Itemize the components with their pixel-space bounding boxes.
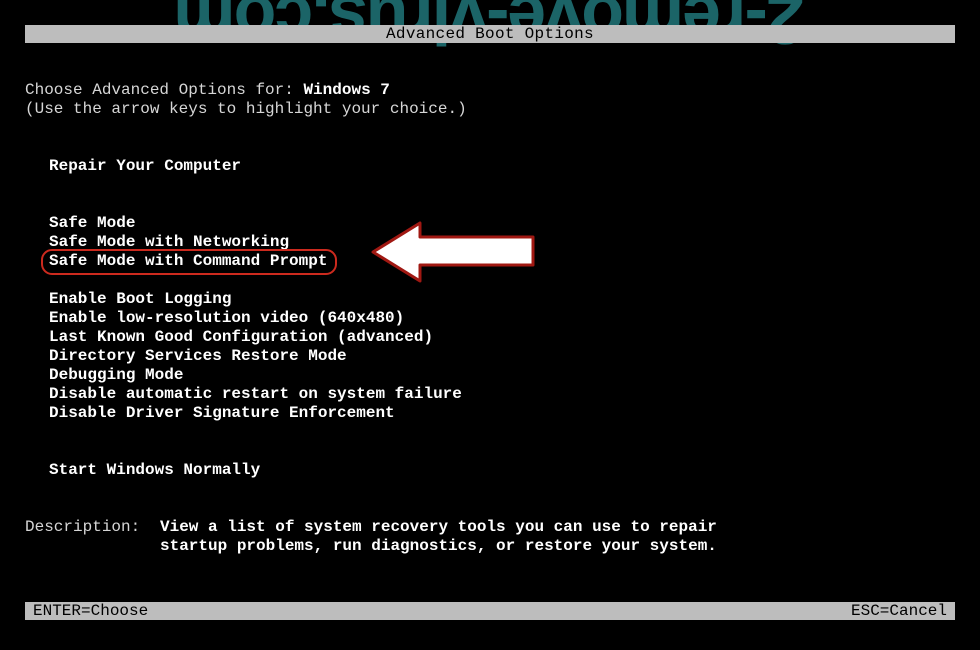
- option-start-windows-normally[interactable]: Start Windows Normally: [49, 461, 260, 480]
- option-enable-low-res-video[interactable]: Enable low-resolution video (640x480): [49, 309, 404, 328]
- option-enable-boot-logging[interactable]: Enable Boot Logging: [49, 290, 231, 309]
- description-label: Description:: [25, 518, 160, 556]
- title-bar: Advanced Boot Options: [25, 25, 955, 43]
- choose-prefix: Choose Advanced Options for:: [25, 81, 303, 99]
- option-last-known-good-config[interactable]: Last Known Good Configuration (advanced): [49, 328, 433, 347]
- option-debugging-mode[interactable]: Debugging Mode: [49, 366, 183, 385]
- os-name: Windows 7: [303, 81, 389, 99]
- footer-esc: ESC=Cancel: [851, 602, 947, 620]
- option-disable-auto-restart[interactable]: Disable automatic restart on system fail…: [49, 385, 462, 404]
- footer-bar: ENTER=Choose ESC=Cancel: [25, 602, 955, 620]
- hint-line: (Use the arrow keys to highlight your ch…: [25, 100, 955, 119]
- option-repair-your-computer[interactable]: Repair Your Computer: [49, 157, 241, 176]
- option-disable-driver-sig[interactable]: Disable Driver Signature Enforcement: [49, 404, 395, 423]
- description-block: Description: View a list of system recov…: [25, 518, 955, 556]
- choose-line: Choose Advanced Options for: Windows 7: [25, 81, 955, 100]
- option-safe-mode-command-prompt[interactable]: Safe Mode with Command Prompt: [49, 252, 327, 271]
- description-text: View a list of system recovery tools you…: [160, 518, 955, 556]
- option-directory-services-restore[interactable]: Directory Services Restore Mode: [49, 347, 347, 366]
- option-safe-mode-networking[interactable]: Safe Mode with Networking: [49, 233, 289, 252]
- screen-body: Choose Advanced Options for: Windows 7 (…: [25, 43, 955, 556]
- footer-enter: ENTER=Choose: [33, 602, 148, 620]
- option-safe-mode[interactable]: Safe Mode: [49, 214, 135, 233]
- boot-screen: Advanced Boot Options Choose Advanced Op…: [25, 25, 955, 620]
